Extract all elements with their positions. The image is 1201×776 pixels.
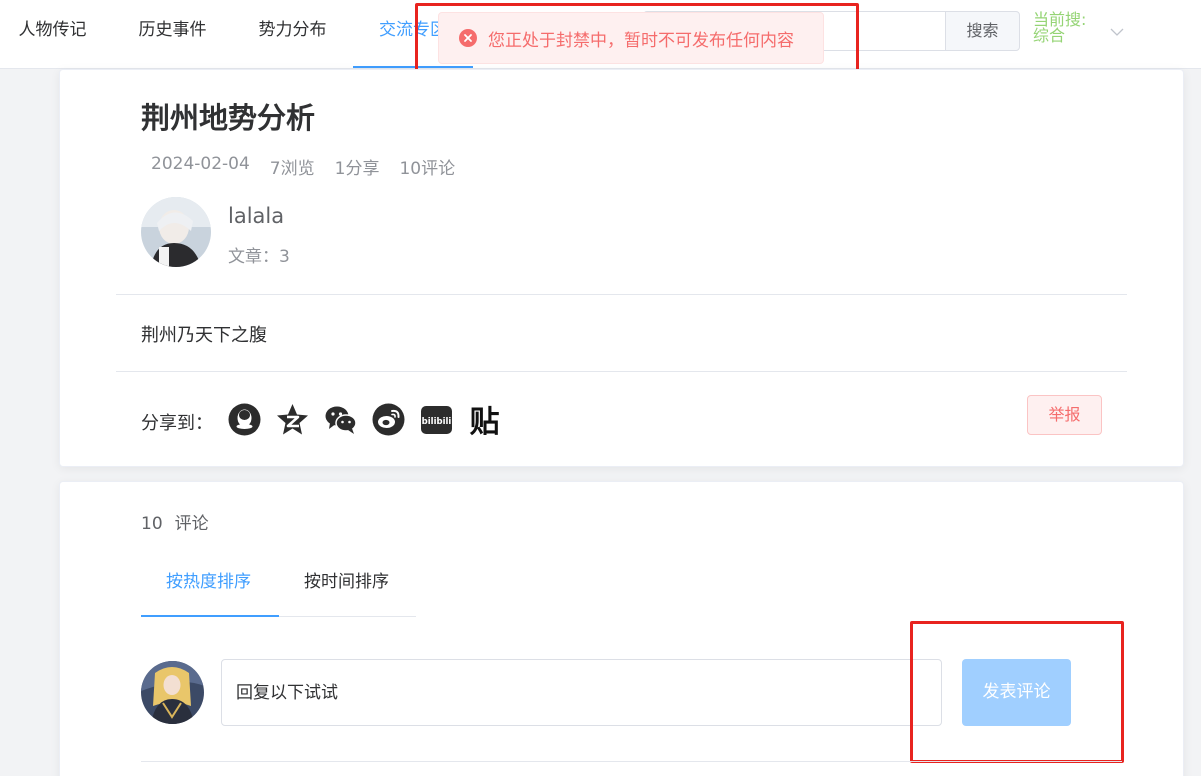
report-button[interactable]: 举报 [1027,395,1102,435]
article-shares: 1分享 [334,159,380,179]
nav-item-forces[interactable]: 势力分布 [240,0,345,68]
svg-text:bilibili: bilibili [422,417,452,427]
tab-sort-hot[interactable]: 按热度排序 [166,567,251,592]
comment-count: 10 评论 [141,509,221,534]
tab-sort-time[interactable]: 按时间排序 [304,567,389,592]
article-title: 荆州地势分析 [141,101,316,135]
wechat-icon[interactable] [324,403,357,436]
error-toast: 您正处于封禁中，暂时不可发布任何内容 [438,12,824,64]
author-article-count: 文章：3 [228,247,290,267]
article-views: 7浏览 [269,159,315,179]
current-search-indicator: 当前搜: 综合 [1033,12,1099,44]
current-search-value: 综合 [1033,26,1066,45]
divider [116,371,1127,372]
bilibili-icon[interactable]: bilibili [420,403,453,436]
article-content: 荆州乃天下之腹 [141,325,267,346]
comment-count-number: 10 [141,514,163,534]
active-tab-indicator [141,615,279,617]
article-meta: 2024-02-04 7浏览 1分享 10评论 [151,154,455,179]
author-avatar[interactable] [141,197,211,267]
article-date: 2024-02-04 [151,154,250,174]
search-button[interactable]: 搜索 [945,11,1020,51]
toast-message: 您正处于封禁中，暂时不可发布任何内容 [488,30,794,51]
article-comment-count: 10评论 [399,159,456,179]
author-name[interactable]: lalala [228,204,284,228]
nav-item-history-events[interactable]: 历史事件 [120,0,225,68]
comment-input[interactable] [221,659,942,726]
divider [141,761,1122,762]
nav-item-biographies[interactable]: 人物传记 [0,0,105,68]
qzone-icon[interactable] [276,403,309,436]
comment-card [59,481,1184,776]
comment-count-label: 评论 [174,514,209,534]
error-circle-icon [459,29,477,47]
weibo-icon[interactable] [372,403,405,436]
divider [116,294,1127,295]
share-label: 分享到： [141,413,213,434]
tieba-icon[interactable]: 贴 [468,403,501,436]
chevron-down-icon[interactable] [1110,25,1124,39]
post-comment-button[interactable]: 发表评论 [962,659,1071,726]
user-avatar[interactable] [141,661,204,724]
svg-text:贴: 贴 [470,405,500,436]
qq-icon[interactable] [228,403,261,436]
